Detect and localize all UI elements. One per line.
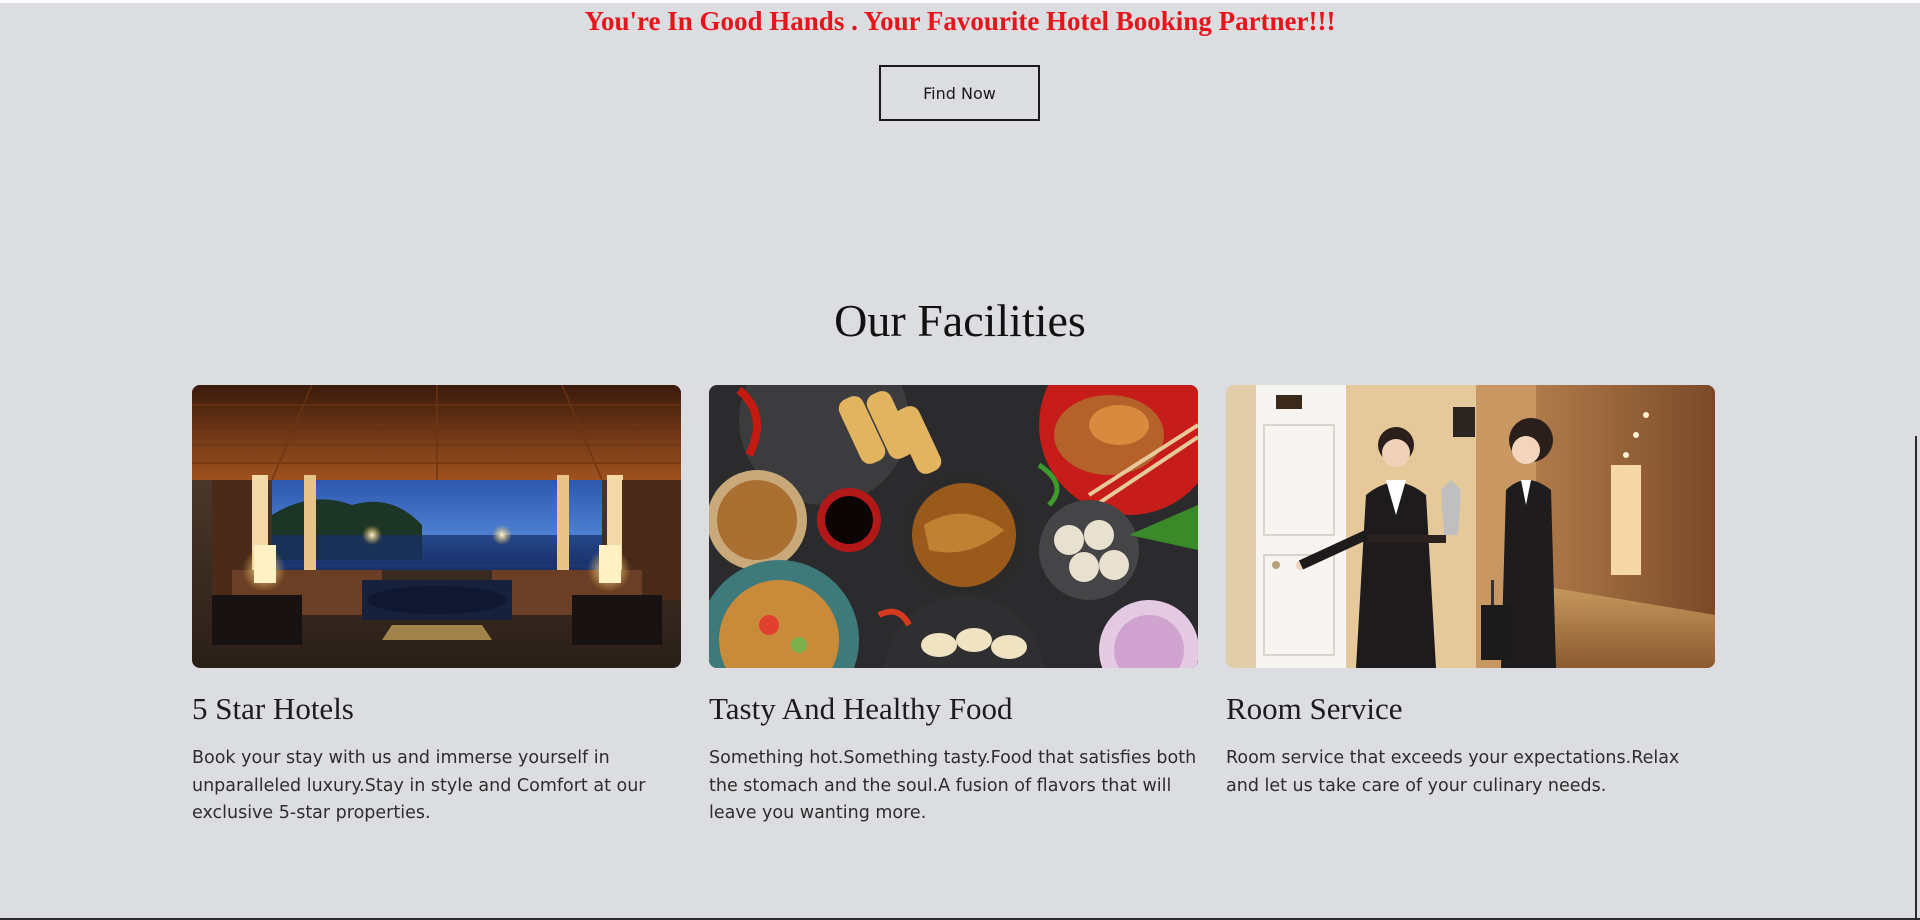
facility-card-title: 5 Star Hotels: [192, 691, 354, 726]
top-border: [0, 0, 1920, 3]
facility-card-hotels: 5 Star Hotels Book your stay with us and…: [192, 385, 681, 828]
hotel-lobby-image: [192, 385, 681, 668]
facilities-title: Our Facilities: [834, 295, 1086, 346]
facility-card-title: Room Service: [1226, 691, 1403, 726]
facilities-cards: 5 Star Hotels Book your stay with us and…: [192, 385, 1715, 828]
hero-tagline: You're In Good Hands . Your Favourite Ho…: [584, 6, 1336, 36]
room-service-image: [1226, 385, 1715, 668]
facility-card-description: Room service that exceeds your expectati…: [1226, 748, 1680, 796]
facility-card-food: Tasty And Healthy Food Something hot.Som…: [709, 385, 1198, 828]
scrollbar-track[interactable]: [1908, 3, 1920, 918]
facility-card-description: Book your stay with us and immerse yours…: [192, 748, 646, 824]
facility-card-description: Something hot.Something tasty.Food that …: [709, 748, 1197, 824]
food-spread-image: [709, 385, 1198, 668]
find-now-button[interactable]: Find Now: [879, 65, 1040, 121]
facility-card-title: Tasty And Healthy Food: [709, 691, 1013, 726]
scrollbar-thumb[interactable]: [1915, 436, 1917, 918]
facility-card-room-service: Room Service Room service that exceeds y…: [1226, 385, 1715, 828]
